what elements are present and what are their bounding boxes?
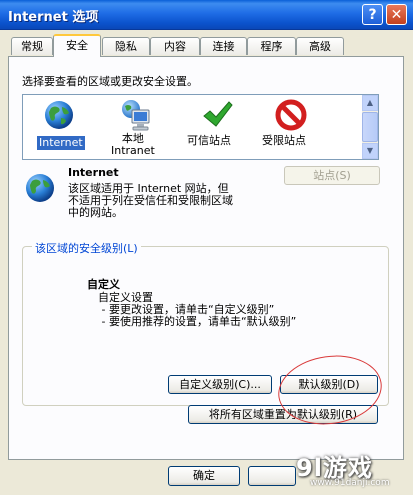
scroll-thumb[interactable] <box>362 112 378 142</box>
zone-internet-label: Internet <box>37 136 85 150</box>
title-bar[interactable]: Internet 选项 ? ✕ <box>0 0 413 30</box>
tab-programs[interactable]: 程序 <box>247 37 296 55</box>
globe-icon <box>26 174 54 202</box>
security-level-text: 自定义设置 - 要更改设置，请单击“自定义级别” - 要使用推荐的设置，请单击“… <box>98 291 297 328</box>
ok-button[interactable]: 确定 <box>168 466 240 486</box>
scroll-up-icon[interactable]: ▲ <box>362 95 378 111</box>
security-level-title: 自定义 <box>87 278 120 291</box>
zone-restricted-sites[interactable] <box>275 99 307 134</box>
tab-general[interactable]: 常规 <box>11 37 53 55</box>
tab-security[interactable]: 安全 <box>53 34 101 57</box>
zone-intranet-label: 本地 Intranet <box>111 132 155 157</box>
zone-list-scrollbar[interactable]: ▲ ▼ <box>362 95 378 159</box>
custom-level-button[interactable]: 自定义级别(C)... <box>168 375 272 394</box>
sites-button[interactable]: 站点(S) <box>284 166 380 185</box>
zone-local-intranet[interactable] <box>120 98 152 135</box>
tab-privacy[interactable]: 隐私 <box>102 37 150 55</box>
selected-zone-description: 该区域适用于 Internet 网站，但 不适用于列在受信任和受限制区域 中的网… <box>68 182 233 219</box>
globe-icon <box>45 101 73 129</box>
zone-internet[interactable] <box>43 99 75 134</box>
close-button[interactable]: ✕ <box>386 4 407 25</box>
tab-advanced[interactable]: 高级 <box>296 37 344 55</box>
help-button[interactable]: ? <box>362 4 383 25</box>
scroll-down-icon[interactable]: ▼ <box>362 143 378 159</box>
selected-zone-icon <box>24 172 56 207</box>
computer-icon <box>122 100 150 131</box>
checkmark-icon <box>203 101 233 127</box>
security-level-label: 该区域的安全级别(L) <box>32 240 141 256</box>
watermark-logo: 9l游戏 www.91danji.com <box>296 448 408 492</box>
selected-zone-title: Internet <box>68 166 119 179</box>
watermark-url: www.91danji.com <box>310 478 390 488</box>
no-entry-icon <box>275 99 307 131</box>
cancel-button[interactable] <box>248 466 296 486</box>
tab-connections[interactable]: 连接 <box>200 37 247 55</box>
zone-trusted-label: 可信站点 <box>187 134 231 147</box>
zone-trusted-sites[interactable] <box>201 99 233 134</box>
zone-list[interactable]: Internet 本地 Intranet 可信站点 受限站点 ▲ ▼ <box>22 94 379 160</box>
zone-instruction: 选择要查看的区域或更改安全设置。 <box>22 75 198 88</box>
tab-content[interactable]: 内容 <box>150 37 200 55</box>
window-title: Internet 选项 <box>8 10 99 25</box>
zone-restricted-label: 受限站点 <box>262 134 306 147</box>
